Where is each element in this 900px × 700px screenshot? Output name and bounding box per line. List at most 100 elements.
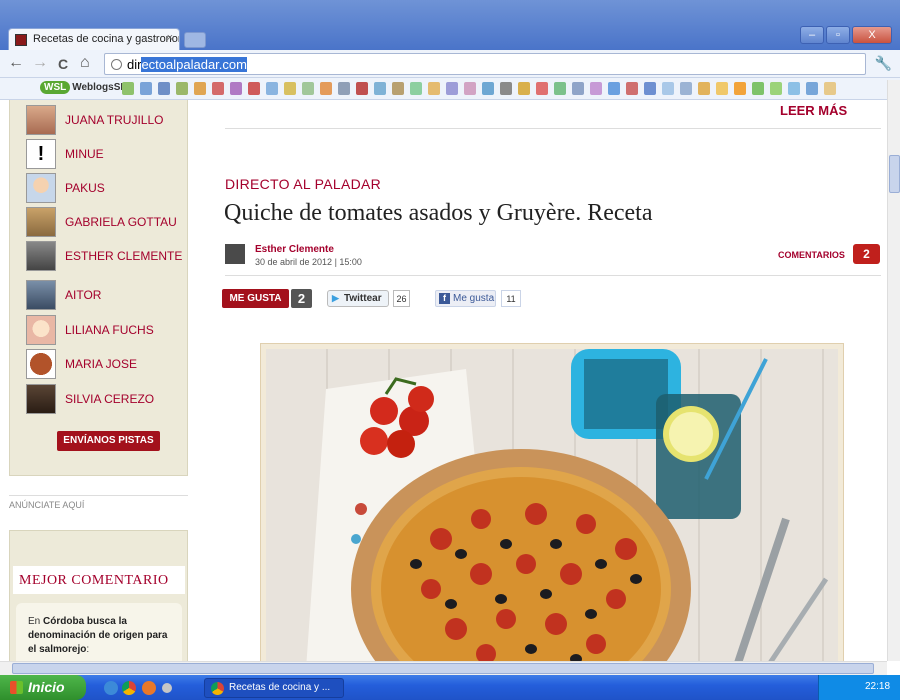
bookmark-icon[interactable] <box>212 82 224 95</box>
comments-count-badge[interactable]: 2 <box>853 244 880 264</box>
wrench-menu-icon[interactable]: 🔧 <box>875 55 892 72</box>
bookmark-icon[interactable] <box>446 82 458 95</box>
browser-tab[interactable]: Recetas de cocina y gastronom × <box>8 28 180 50</box>
bookmark-icon[interactable] <box>662 82 674 95</box>
best-comment-box: MEJOR COMENTARIO En Córdoba busca la den… <box>9 530 188 661</box>
bookmark-icon[interactable] <box>716 82 728 95</box>
comment-post-link[interactable]: Córdoba busca la denominación de origen … <box>28 616 167 655</box>
ie-icon[interactable] <box>104 681 118 695</box>
author-item[interactable]: AITOR <box>26 280 185 310</box>
bookmarks-bar: WSL WeblogsSL <box>0 78 900 100</box>
start-button[interactable]: Inicio <box>0 675 86 700</box>
bookmark-icon[interactable] <box>284 82 296 95</box>
author-item[interactable]: LILIANA FUCHS <box>26 315 185 345</box>
author-name: LILIANA FUCHS <box>65 322 154 337</box>
avatar <box>26 173 56 203</box>
bookmark-icon[interactable] <box>626 82 638 95</box>
bookmark-icon[interactable] <box>482 82 494 95</box>
bookmark-icon[interactable] <box>464 82 476 95</box>
bookmark-icon[interactable] <box>788 82 800 95</box>
page-info-icon[interactable] <box>111 59 122 70</box>
author-item[interactable]: ! MINUE <box>26 139 185 169</box>
author-item[interactable]: MARIA JOSE <box>26 349 185 379</box>
publish-date: 30 de abril de 2012 | 15:00 <box>255 257 362 267</box>
windows-taskbar: Inicio Recetas de cocina y ... 22:18 <box>0 675 900 700</box>
bookmark-icon[interactable] <box>248 82 260 95</box>
bookmark-icon[interactable] <box>806 82 818 95</box>
tab-close-icon[interactable]: × <box>167 32 173 44</box>
back-arrow-icon[interactable]: ← <box>8 54 24 72</box>
bookmark-icon[interactable] <box>410 82 422 95</box>
bookmark-icon[interactable] <box>824 82 836 95</box>
megusta-button[interactable]: ME GUSTA <box>222 289 289 308</box>
section-label[interactable]: DIRECTO AL PALADAR <box>225 176 381 192</box>
read-more-link[interactable]: LEER MÁS <box>780 103 847 118</box>
facebook-label: Me gusta <box>453 293 495 304</box>
send-tips-button[interactable]: ENVÍANOS PISTAS <box>57 431 160 451</box>
bookmark-icon[interactable] <box>176 82 188 95</box>
reload-icon[interactable]: C <box>58 56 68 72</box>
vertical-scroll-thumb[interactable] <box>889 155 900 193</box>
bookmark-icon[interactable] <box>500 82 512 95</box>
bookmark-icon[interactable] <box>158 82 170 95</box>
bookmark-icon[interactable] <box>302 82 314 95</box>
article-photo-frame <box>260 343 844 661</box>
tab-title: Recetas de cocina y gastronom <box>33 33 180 45</box>
author-link[interactable]: Esther Clemente <box>255 244 334 255</box>
bookmark-icon[interactable] <box>752 82 764 95</box>
close-window-button[interactable]: X <box>852 26 892 44</box>
bookmark-icon[interactable] <box>320 82 332 95</box>
best-comment-title: MEJOR COMENTARIO <box>13 566 185 594</box>
comments-link[interactable]: COMENTARIOS <box>778 250 845 260</box>
bookmark-icon[interactable] <box>356 82 368 95</box>
author-item[interactable]: GABRIELA GOTTAU <box>26 207 185 237</box>
bookmark-icon[interactable] <box>194 82 206 95</box>
address-bar[interactable]: directoalpaladar.com <box>104 53 866 75</box>
forward-arrow-icon[interactable]: → <box>32 54 48 72</box>
author-item[interactable]: SILVIA CEREZO <box>26 384 185 414</box>
bookmark-icon[interactable] <box>590 82 602 95</box>
bookmark-icon[interactable] <box>140 82 152 95</box>
new-tab-button[interactable] <box>184 32 206 48</box>
vertical-scrollbar[interactable] <box>887 80 900 661</box>
bookmark-icon[interactable] <box>554 82 566 95</box>
bookmark-icon[interactable] <box>734 82 746 95</box>
bookmark-icon[interactable] <box>122 82 134 95</box>
bookmark-icon[interactable] <box>266 82 278 95</box>
quiche-photo[interactable] <box>266 349 838 661</box>
author-item[interactable]: PAKUS <box>26 173 185 203</box>
bookmark-icon[interactable] <box>338 82 350 95</box>
avatar <box>26 105 56 135</box>
home-icon[interactable]: ⌂ <box>80 54 90 72</box>
bookmark-icon[interactable] <box>374 82 386 95</box>
horizontal-scrollbar[interactable] <box>0 661 887 675</box>
maximize-button[interactable]: ▫ <box>826 26 850 44</box>
weblogssl-bookmark[interactable]: WSL WeblogsSL <box>40 81 126 97</box>
bookmark-icon[interactable] <box>770 82 782 95</box>
quiche-illustration <box>306 349 829 661</box>
bookmark-icon[interactable] <box>518 82 530 95</box>
quicklaunch-icon[interactable] <box>162 683 172 693</box>
megusta-count: 2 <box>291 289 312 308</box>
bookmark-icon[interactable] <box>572 82 584 95</box>
author-item[interactable]: ESTHER CLEMENTE <box>26 241 185 271</box>
bookmark-icon[interactable] <box>698 82 710 95</box>
bookmark-icon[interactable] <box>536 82 548 95</box>
twitter-button[interactable]: Twittear <box>327 290 389 307</box>
article-title[interactable]: Quiche de tomates asados y Gruyère. Rece… <box>224 200 653 227</box>
bookmark-icon[interactable] <box>428 82 440 95</box>
horizontal-scroll-thumb[interactable] <box>12 663 874 674</box>
author-item[interactable]: JUANA TRUJILLO <box>26 105 185 135</box>
firefox-icon[interactable] <box>142 681 156 695</box>
minimize-button[interactable]: – <box>800 26 824 44</box>
advertise-link[interactable]: ANÚNCIATE AQUÍ <box>9 495 188 510</box>
twitter-count: 26 <box>393 290 410 307</box>
bookmark-icon[interactable] <box>230 82 242 95</box>
bookmark-icon[interactable] <box>392 82 404 95</box>
bookmark-icon[interactable] <box>680 82 692 95</box>
chrome-icon[interactable] <box>122 681 136 695</box>
bookmark-icon[interactable] <box>644 82 656 95</box>
bookmark-icon[interactable] <box>608 82 620 95</box>
facebook-like-button[interactable]: f Me gusta <box>435 290 496 307</box>
taskbar-chrome-window[interactable]: Recetas de cocina y ... <box>204 678 344 698</box>
